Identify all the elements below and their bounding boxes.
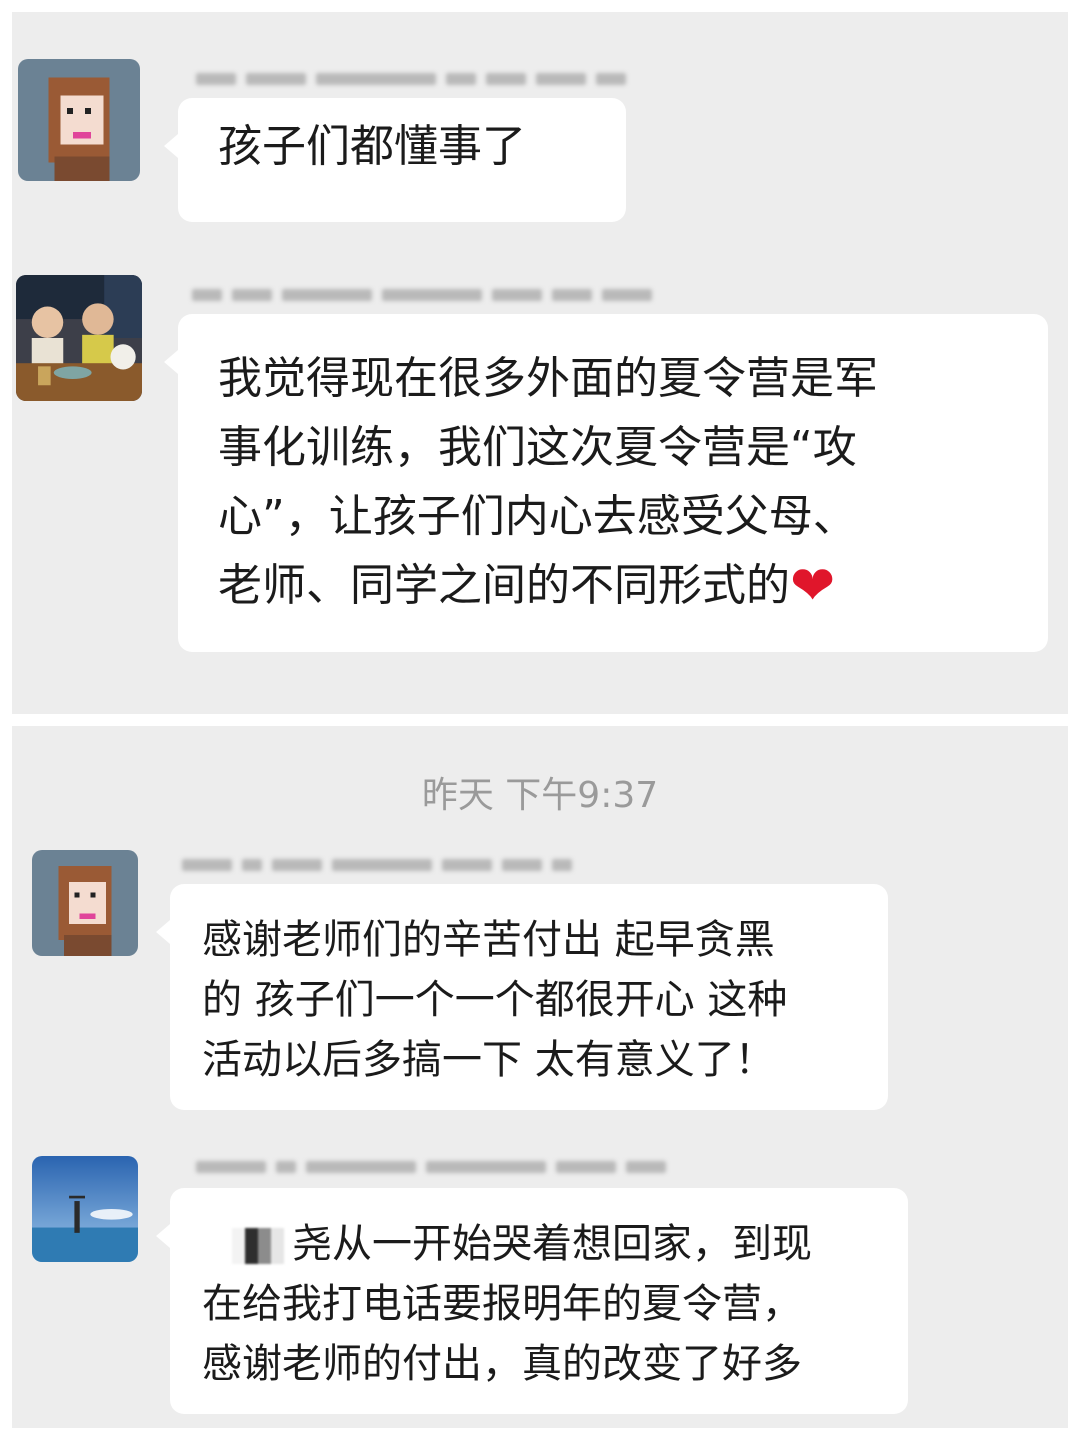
message-bubble-4[interactable]: 尧从一开始哭着想回家，到现 在给我打电话要报明年的夏令营， 感谢老师的付出，真的…	[156, 1188, 908, 1414]
avatar-pixel-woman[interactable]	[32, 850, 138, 956]
chat-timestamp: 昨天 下午9:37	[421, 775, 659, 816]
pixel-woman-avatar-image	[32, 850, 138, 956]
message-bubble-3[interactable]: 感谢老师们的辛苦付出 起早贪黑 的 孩子们一个一个都很开心 这种 活动以后多搞一…	[156, 884, 888, 1110]
pixel-woman-avatar-image	[18, 59, 140, 181]
avatar-beach-photo[interactable]	[32, 1156, 138, 1262]
beach-photo-avatar-image	[32, 1156, 138, 1262]
avatar-pixel-woman[interactable]	[18, 59, 140, 181]
sender-name-blurred	[192, 288, 652, 302]
message-text-3: 感谢老师们的辛苦付出 起早贪黑 的 孩子们一个一个都很开心 这种 活动以后多搞一…	[202, 917, 788, 1083]
sender-name-blurred	[196, 72, 626, 86]
chat-panel-top: 孩子们都懂事了 我觉得现在很多外面的夏令营是军 事化训练，我们这次夏令营是“攻 …	[12, 12, 1068, 714]
message-bubble-2[interactable]: 我觉得现在很多外面的夏令营是军 事化训练，我们这次夏令营是“攻 心”，让孩子们内…	[164, 314, 1048, 652]
avatar-kids-photo[interactable]	[16, 275, 142, 401]
chat-panel-bottom: 昨天 下午9:37 感谢老师们的辛苦付出 起早贪黑 的 孩子们一个一个都很开心 …	[12, 726, 1068, 1428]
sender-name-blurred	[196, 1160, 666, 1174]
heart-emoji-icon: ❤	[790, 554, 836, 617]
message-text-2: 我觉得现在很多外面的夏令营是军 事化训练，我们这次夏令营是“攻 心”，让孩子们内…	[218, 353, 878, 611]
sender-name-blurred	[182, 858, 572, 872]
censored-name-mosaic	[232, 1228, 284, 1264]
kids-photo-avatar-image	[16, 275, 142, 401]
message-bubble-1[interactable]: 孩子们都懂事了	[164, 98, 626, 222]
message-text-1: 孩子们都懂事了	[218, 121, 526, 172]
message-text-4: 尧从一开始哭着想回家，到现 在给我打电话要报明年的夏令营， 感谢老师的付出，真的…	[202, 1221, 812, 1387]
